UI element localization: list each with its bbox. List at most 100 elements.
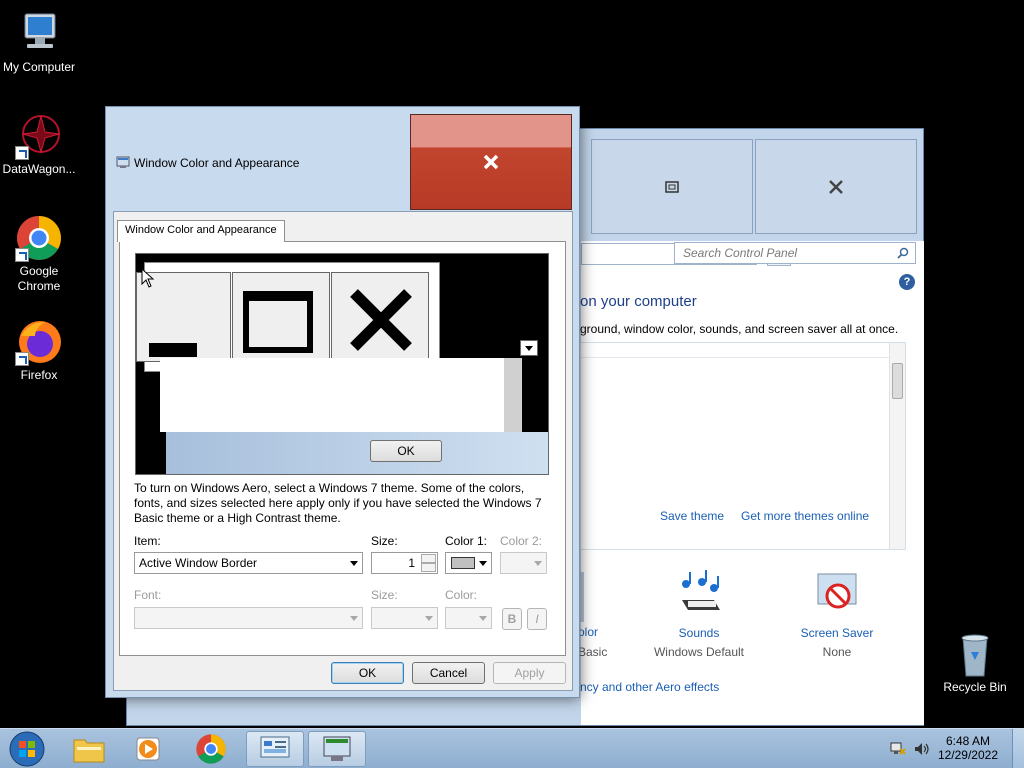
- spin-up-icon[interactable]: [421, 554, 436, 563]
- maximize-icon: [243, 291, 313, 353]
- maximize-button[interactable]: [591, 139, 753, 234]
- control-panel-icon: [260, 736, 290, 758]
- system-clock[interactable]: 6:48 AM 12/29/2022: [938, 734, 998, 762]
- dialog-close-button[interactable]: [410, 114, 572, 210]
- recycle-bin-icon: [951, 630, 999, 678]
- chevron-down-icon: [350, 561, 358, 566]
- cp-item-screen-saver[interactable]: Screen Saver None: [788, 570, 886, 659]
- taskbar-explorer[interactable]: [60, 731, 118, 767]
- cp-item-label: olor: [578, 625, 599, 639]
- tab-window-color-and-appearance[interactable]: Window Color and Appearance: [117, 220, 285, 242]
- taskbar: 6:48 AM 12/29/2022: [0, 728, 1024, 768]
- network-icon[interactable]: [890, 741, 906, 757]
- firefox-icon: [15, 318, 63, 366]
- appearance-preview[interactable]: OK: [135, 253, 549, 475]
- color1-swatch: [451, 557, 475, 569]
- taskbar-control-panel[interactable]: [246, 731, 304, 767]
- preview-maximize-box: [232, 272, 330, 362]
- taskbar-chrome[interactable]: [182, 731, 240, 767]
- font-size-select[interactable]: [371, 607, 438, 629]
- cp-item-window-color[interactable]: olor Basic: [578, 570, 618, 660]
- close-icon: [350, 289, 412, 351]
- volume-icon[interactable]: [914, 741, 930, 757]
- preview-message-bar: [166, 432, 548, 474]
- font-color-label: Color:: [445, 588, 478, 602]
- folder-icon: [73, 739, 105, 763]
- desktop-icon-google-chrome[interactable]: Google Chrome: [0, 214, 78, 294]
- size-label: Size:: [371, 534, 398, 548]
- control-panel-heading: on your computer: [580, 293, 697, 310]
- preview-message-box: [160, 358, 522, 432]
- preview-ok-button: OK: [370, 440, 442, 462]
- item-select[interactable]: Active Window Border: [134, 552, 363, 574]
- media-player-icon: [136, 737, 160, 761]
- color1-picker[interactable]: [445, 552, 492, 574]
- datawagon-icon: [15, 112, 63, 160]
- ok-button[interactable]: OK: [331, 662, 404, 684]
- cp-item-sounds[interactable]: Sounds Windows Default: [650, 570, 748, 659]
- clock-date: 12/29/2022: [937, 748, 998, 762]
- chevron-down-icon: [525, 346, 533, 351]
- desktop-icon-datawagon[interactable]: DataWagon...: [0, 112, 78, 177]
- desktop-icon-label: Recycle Bin: [943, 680, 1007, 694]
- preview-scrollbar: [504, 358, 522, 432]
- apply-button[interactable]: Apply: [493, 662, 566, 684]
- help-icon[interactable]: ?: [899, 274, 915, 290]
- bold-button[interactable]: B: [502, 608, 522, 630]
- computer-icon: [15, 10, 63, 58]
- color1-label: Color 1:: [445, 534, 488, 548]
- font-select[interactable]: [134, 607, 363, 629]
- shortcut-arrow-icon: [15, 248, 29, 262]
- screen-saver-icon: [817, 573, 857, 609]
- item-select-value: Active Window Border: [139, 556, 258, 570]
- start-button[interactable]: [2, 731, 52, 767]
- search-input[interactable]: Search Control Panel: [674, 242, 916, 264]
- desktop-icon-label: My Computer: [2, 60, 76, 74]
- taskbar-window-color[interactable]: [308, 731, 366, 767]
- desktop-icon-firefox[interactable]: Firefox: [0, 318, 78, 383]
- window-color-icon: [116, 156, 130, 168]
- desktop-icon-recycle-bin[interactable]: Recycle Bin: [936, 630, 1014, 695]
- control-panel-subtext: ground, window color, sounds, and screen…: [580, 322, 899, 336]
- show-desktop-button[interactable]: [1012, 729, 1024, 768]
- taskbar-media-player[interactable]: [120, 731, 178, 767]
- chevron-down-icon: [534, 561, 542, 566]
- size-value: 1: [408, 556, 415, 570]
- font-color-picker[interactable]: [445, 607, 492, 629]
- search-icon[interactable]: [897, 247, 909, 259]
- window-color-icon: [323, 736, 351, 761]
- close-button[interactable]: [755, 139, 917, 234]
- search-placeholder: Search Control Panel: [683, 246, 798, 260]
- chevron-down-icon: [350, 616, 358, 621]
- item-label: Item:: [134, 534, 161, 548]
- scrollbar[interactable]: [889, 343, 905, 549]
- desktop-icon-my-computer[interactable]: My Computer: [0, 10, 78, 75]
- aero-effects-link[interactable]: ncy and other Aero effects: [580, 680, 719, 694]
- color2-picker[interactable]: [500, 552, 547, 574]
- shortcut-arrow-icon: [15, 146, 29, 160]
- spin-down-icon[interactable]: [421, 563, 436, 572]
- scroll-thumb[interactable]: [892, 363, 903, 399]
- chevron-down-icon: [479, 561, 487, 566]
- cancel-button[interactable]: Cancel: [412, 662, 485, 684]
- get-more-themes-link[interactable]: Get more themes online: [741, 509, 869, 523]
- aero-description: To turn on Windows Aero, select a Window…: [134, 481, 542, 525]
- preview-close-box: [331, 272, 429, 362]
- desktop-icon-label: Firefox: [20, 368, 58, 382]
- minimize-icon: [149, 343, 197, 357]
- themes-list[interactable]: Save theme Get more themes online: [580, 342, 906, 550]
- cp-item-sublabel: Windows Default: [653, 645, 745, 659]
- save-theme-link[interactable]: Save theme: [660, 509, 724, 523]
- desktop-icon-label: Google Chrome: [17, 264, 61, 293]
- size-stepper[interactable]: 1: [371, 552, 438, 574]
- shortcut-arrow-icon: [15, 352, 29, 366]
- close-icon: [483, 154, 499, 170]
- windows-logo-icon: [9, 731, 45, 767]
- cp-item-sublabel: None: [822, 645, 852, 659]
- chrome-icon: [196, 734, 226, 764]
- italic-button[interactable]: I: [527, 608, 547, 630]
- chrome-icon: [15, 214, 63, 262]
- window-color-dialog[interactable]: Window Color and Appearance Window Color…: [105, 106, 580, 698]
- chevron-down-icon: [479, 616, 487, 621]
- mouse-cursor-icon: [141, 268, 155, 288]
